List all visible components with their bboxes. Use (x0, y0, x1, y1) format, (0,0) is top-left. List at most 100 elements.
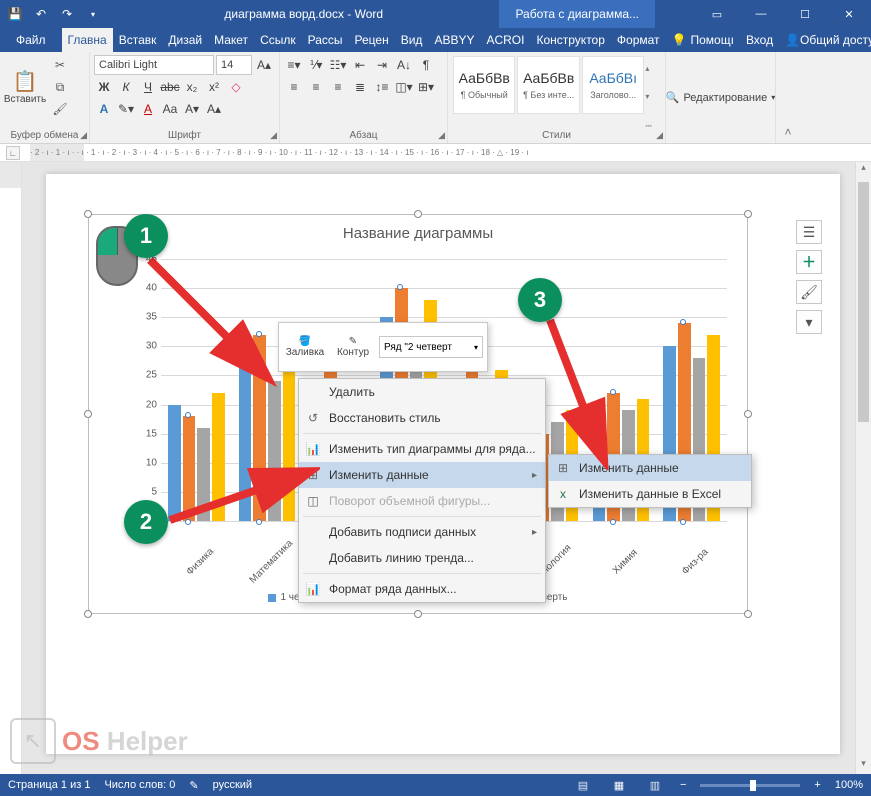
style-no-spacing[interactable]: АаБбВв ¶ Без инте... (517, 56, 579, 114)
redo-icon[interactable]: ↷ (56, 3, 78, 25)
ribbon-options-icon[interactable]: ▭ (695, 0, 739, 28)
align-left-icon[interactable]: ≡ (284, 77, 304, 97)
ctx-change-chart-type[interactable]: 📊Изменить тип диаграммы для ряда... (299, 436, 545, 462)
text-effects-icon[interactable]: A (94, 99, 114, 119)
print-layout-icon[interactable]: ▦ (608, 779, 630, 792)
paste-button[interactable]: 📋 Вставить (4, 54, 46, 120)
resize-handle[interactable] (84, 610, 92, 618)
shape-fill-button[interactable]: 🪣 Заливка (283, 336, 327, 358)
save-icon[interactable]: 💾 (4, 3, 26, 25)
ruler-vertical[interactable] (0, 162, 22, 774)
web-layout-icon[interactable]: ▥ (644, 779, 666, 792)
resize-handle[interactable] (744, 210, 752, 218)
bar[interactable] (283, 346, 296, 521)
zoom-level[interactable]: 100% (835, 779, 863, 791)
tab-stop-selector[interactable]: ∟ (6, 146, 20, 160)
resize-handle[interactable] (84, 210, 92, 218)
shading-icon[interactable]: ◫▾ (394, 77, 414, 97)
tab-references[interactable]: Ссылк (254, 28, 302, 52)
shape-outline-button[interactable]: ✎ Контур (331, 336, 375, 358)
chart-title[interactable]: Название диаграммы (89, 215, 747, 246)
tab-layout[interactable]: Макет (208, 28, 254, 52)
proofing-icon[interactable]: ✎ (189, 779, 198, 792)
highlight-icon[interactable]: ✎▾ (116, 99, 136, 119)
show-marks-icon[interactable]: ¶ (416, 55, 436, 75)
clear-format-icon[interactable]: ◇ (226, 77, 246, 97)
chart-filters-icon[interactable]: ▾ (796, 310, 822, 334)
underline-icon[interactable]: Ч (138, 77, 158, 97)
ctx-sub-edit-data[interactable]: ⊞Изменить данные (549, 455, 751, 481)
font-color-icon[interactable]: A (138, 99, 158, 119)
bar[interactable] (268, 381, 281, 521)
tell-me[interactable]: 💡Помощı (666, 28, 740, 52)
tab-view[interactable]: Вид (395, 28, 429, 52)
style-heading1[interactable]: АаБбВı Заголово... (582, 56, 644, 114)
resize-handle[interactable] (744, 610, 752, 618)
sign-in[interactable]: Вход (740, 28, 779, 52)
tab-abbyy[interactable]: ABBYY (428, 28, 480, 52)
chart-elements-icon[interactable]: ＋ (796, 250, 822, 274)
bar[interactable] (212, 393, 225, 521)
font-size-combo[interactable]: 14 (216, 55, 252, 75)
copy-icon[interactable]: ⧉ (50, 78, 70, 96)
bar[interactable] (253, 335, 266, 521)
tab-review[interactable]: Рецен (349, 28, 395, 52)
ruler-horizontal[interactable]: ∟ · 2 · ı · 1 · ı · · ı · 1 · ı · 2 · ı … (0, 144, 871, 162)
chart-layout-icon[interactable]: ☰ (796, 220, 822, 244)
tab-insert[interactable]: Вставк (113, 28, 163, 52)
dialog-launcher-icon[interactable]: ◢ (80, 130, 87, 141)
strike-icon[interactable]: abc (160, 77, 180, 97)
bar[interactable] (239, 358, 252, 521)
series-selector-combo[interactable]: Ряд "2 четверт▾ (379, 336, 483, 358)
align-center-icon[interactable]: ≡ (306, 77, 326, 97)
dialog-launcher-icon[interactable]: ◢ (438, 130, 445, 141)
subscript-icon[interactable]: x₂ (182, 77, 202, 97)
ctx-delete[interactable]: Удалить (299, 379, 545, 405)
font-name-combo[interactable]: Calibri Light (94, 55, 214, 75)
tab-format[interactable]: Формат (611, 28, 666, 52)
tab-mailings[interactable]: Рассы (302, 28, 349, 52)
tab-file[interactable]: Файл (0, 28, 62, 52)
style-normal[interactable]: АаБбВв ¶ Обычный (453, 56, 515, 114)
align-right-icon[interactable]: ≡ (328, 77, 348, 97)
bullets-icon[interactable]: ≡▾ (284, 55, 304, 75)
line-spacing-icon[interactable]: ↕≡ (372, 77, 392, 97)
resize-handle[interactable] (84, 410, 92, 418)
zoom-slider[interactable] (700, 784, 800, 787)
tab-home[interactable]: Главна (62, 28, 113, 52)
ctx-edit-data[interactable]: ⊞Изменить данные▸ (299, 462, 545, 488)
qat-customize-icon[interactable]: ▾ (82, 3, 104, 25)
ctx-format-series[interactable]: 📊Формат ряда данных... (299, 576, 545, 602)
status-language[interactable]: русский (213, 779, 252, 791)
sort-icon[interactable]: A↓ (394, 55, 414, 75)
dec-indent-icon[interactable]: ⇤ (350, 55, 370, 75)
ctx-add-data-labels[interactable]: Добавить подписи данных▸ (299, 519, 545, 545)
minimize-icon[interactable]: — (739, 0, 783, 28)
change-case-icon[interactable]: Aa (160, 99, 180, 119)
undo-icon[interactable]: ↶ (30, 3, 52, 25)
resize-handle[interactable] (414, 210, 422, 218)
ctx-sub-edit-excel[interactable]: xИзменить данные в Excel (549, 481, 751, 507)
vertical-scrollbar[interactable]: ▴ ▾ (855, 162, 871, 774)
borders-icon[interactable]: ⊞▾ (416, 77, 436, 97)
styles-scroll[interactable]: ▴▾⎓ (645, 54, 661, 141)
find-button[interactable]: 🔍 Редактирование ▾ (666, 91, 776, 104)
dialog-launcher-icon[interactable]: ◢ (656, 130, 663, 141)
resize-handle[interactable] (414, 610, 422, 618)
ctx-reset-style[interactable]: ↺Восстановить стиль (299, 405, 545, 431)
tab-design[interactable]: Дизай (162, 28, 208, 52)
justify-icon[interactable]: ≣ (350, 77, 370, 97)
bar[interactable] (168, 405, 181, 521)
resize-handle[interactable] (744, 410, 752, 418)
share-button[interactable]: 👤 Общий доступ (779, 28, 871, 52)
format-painter-icon[interactable]: 🖌 (50, 100, 70, 118)
cut-icon[interactable]: ✂ (50, 56, 70, 74)
status-word-count[interactable]: Число слов: 0 (104, 779, 175, 791)
tab-acrobat[interactable]: ACROI (480, 28, 530, 52)
superscript-icon[interactable]: x² (204, 77, 224, 97)
numbering-icon[interactable]: ⅟▾ (306, 55, 326, 75)
zoom-in-icon[interactable]: + (814, 779, 820, 791)
zoom-out-icon[interactable]: − (680, 779, 686, 791)
chart-styles-icon[interactable]: 🖌 (796, 280, 822, 304)
inc-indent-icon[interactable]: ⇥ (372, 55, 392, 75)
